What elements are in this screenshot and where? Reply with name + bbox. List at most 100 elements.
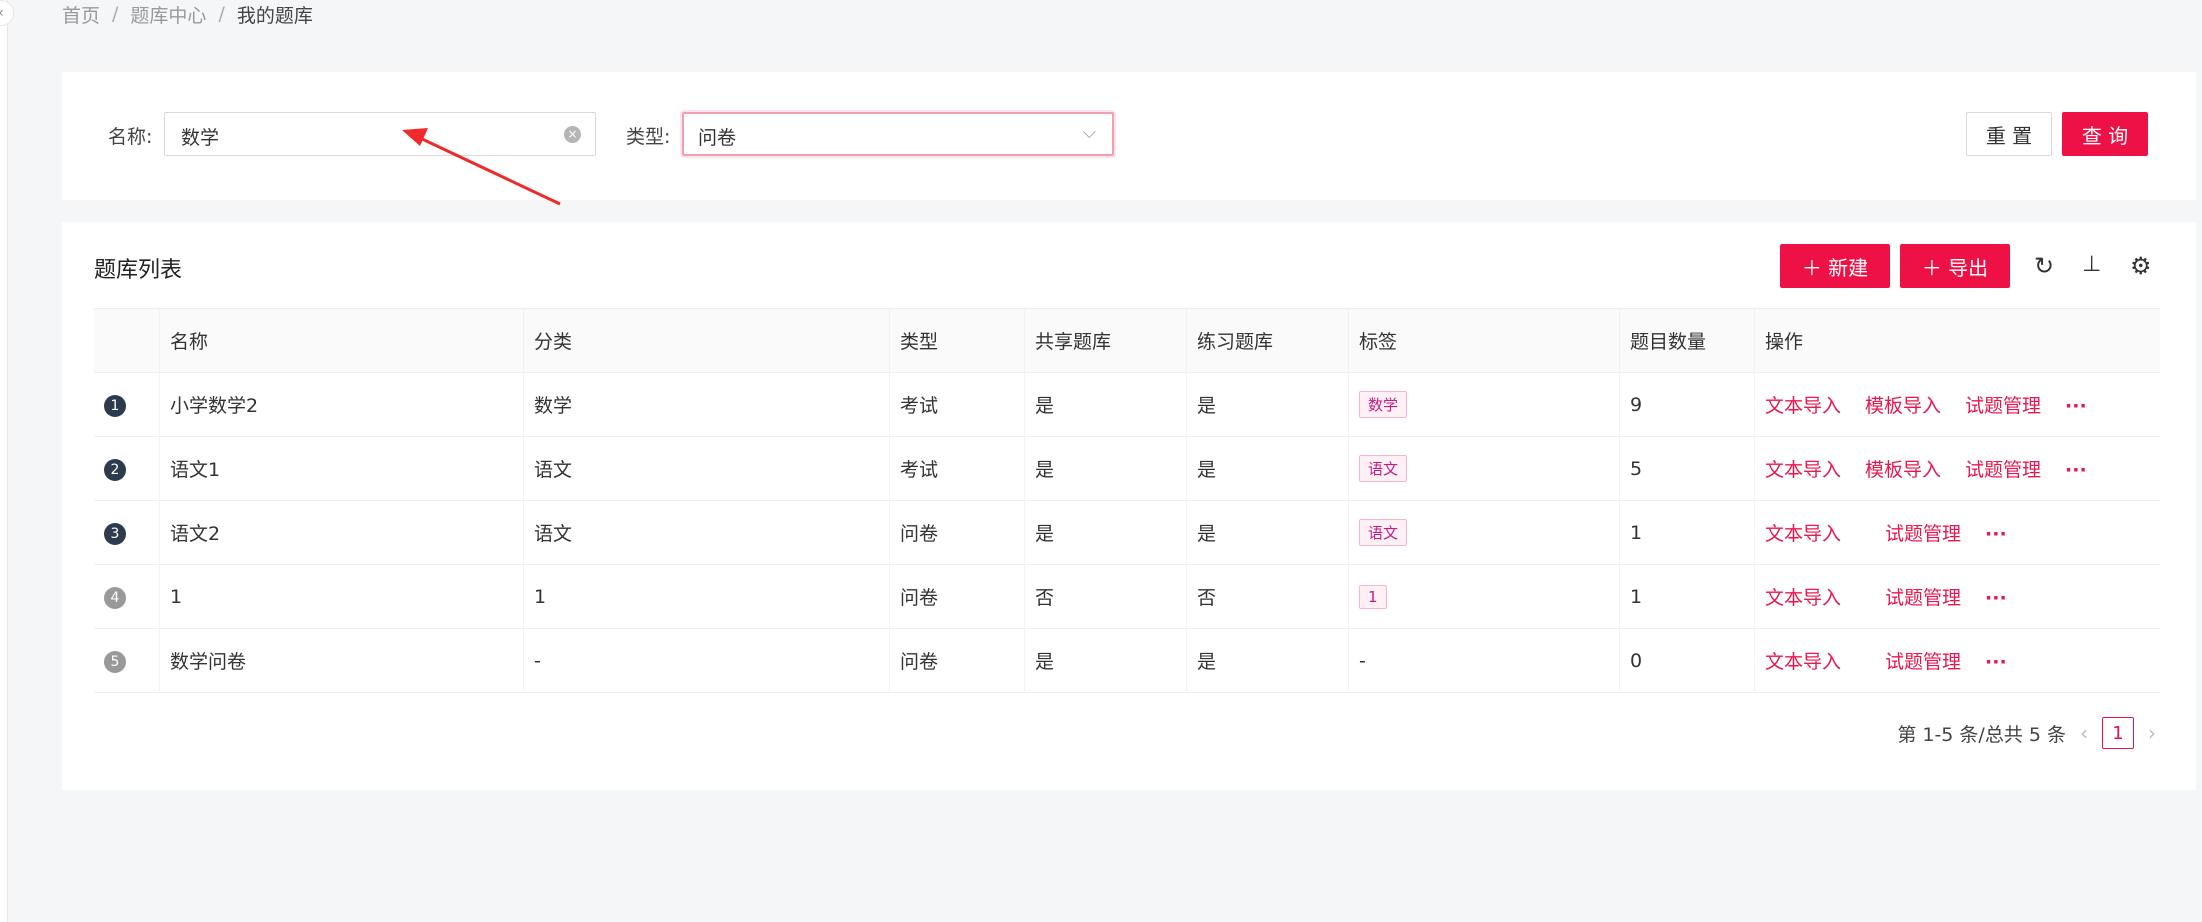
sidebar-rail: [0, 0, 8, 922]
cell-shared: 是: [1025, 628, 1187, 693]
tag-badge: 1: [1359, 584, 1387, 609]
text-import-link[interactable]: 文本导入: [1765, 651, 1841, 673]
cell-category: 数学: [524, 372, 890, 437]
row-index-badge: 3: [104, 522, 126, 545]
table-header-row: 名称 分类 类型 共享题库 练习题库 标签 题目数量 操作: [94, 308, 2160, 374]
template-import-link[interactable]: 模板导入: [1865, 395, 1941, 417]
type-select-value: 问卷: [698, 127, 737, 149]
breadcrumb-separator: /: [112, 3, 119, 25]
column-header-count: 题目数量: [1620, 308, 1755, 374]
cell-category: 1: [524, 564, 890, 629]
tag-badge: 语文: [1359, 519, 1408, 546]
chevron-left-icon[interactable]: ‹: [2080, 721, 2088, 745]
reset-button[interactable]: 重 置: [1966, 112, 2052, 156]
breadcrumb-current: 我的题库: [236, 4, 313, 27]
cell-name: 小学数学2: [160, 372, 524, 437]
cell-shared: 是: [1025, 500, 1187, 565]
cell-practice: 是: [1187, 500, 1349, 565]
template-import-link[interactable]: 模板导入: [1865, 459, 1941, 481]
table-row: 2 语文1 语文 考试 是 是 语文 5 文本导入 模板导入 试题管理 ···: [94, 436, 2160, 501]
breadcrumb-separator: /: [218, 3, 225, 25]
question-management-link[interactable]: 试题管理: [1965, 459, 2041, 481]
text-import-link[interactable]: 文本导入: [1765, 523, 1841, 545]
cell-category: 语文: [524, 436, 890, 501]
collapse-sidebar-button[interactable]: ‹: [0, 0, 14, 26]
cell-name: 语文2: [160, 500, 524, 565]
tag-badge: 数学: [1359, 391, 1408, 418]
table-row: 4 1 1 问卷 否 否 1 1 文本导入 试题管理 ···: [94, 564, 2160, 629]
more-actions-icon[interactable]: ···: [2065, 459, 2087, 481]
cell-name: 1: [160, 564, 524, 629]
text-import-link[interactable]: 文本导入: [1765, 459, 1841, 481]
chevron-down-icon: ⌵: [1082, 122, 1096, 143]
name-input-value: 数学: [181, 127, 220, 149]
question-bank-list-card: 题库列表 ＋ 新建 ＋ 导出 ↻ ⊥ ⚙ 名称 分类 类型 共享题库 练习题库 …: [62, 222, 2196, 790]
cell-count: 1: [1620, 500, 1755, 565]
cell-count: 0: [1620, 628, 1755, 693]
more-actions-icon[interactable]: ···: [1985, 587, 2007, 609]
question-management-link[interactable]: 试题管理: [1885, 651, 1961, 673]
column-header-name: 名称: [160, 308, 524, 374]
question-bank-table: 名称 分类 类型 共享题库 练习题库 标签 题目数量 操作 1 小学数学2 数学…: [94, 308, 2160, 693]
table-row: 3 语文2 语文 问卷 是 是 语文 1 文本导入 试题管理 ···: [94, 500, 2160, 565]
export-button[interactable]: ＋ 导出: [1900, 244, 2010, 288]
column-header-index: [94, 308, 160, 374]
chevron-right-icon[interactable]: ›: [2148, 721, 2156, 745]
cell-practice: 是: [1187, 628, 1349, 693]
filter-panel: 名称: 数学 × 类型: 问卷 ⌵ 重 置 查 询: [62, 72, 2196, 200]
pagination: 第 1-5 条/总共 5 条 ‹ 1 ›: [1897, 716, 2156, 750]
tag-badge: 语文: [1359, 455, 1408, 482]
breadcrumb-question-bank-center[interactable]: 题库中心: [130, 1, 206, 28]
refresh-icon[interactable]: ↻: [2034, 252, 2054, 280]
cell-shared: 是: [1025, 436, 1187, 501]
cell-count: 1: [1620, 564, 1755, 629]
more-actions-icon[interactable]: ···: [1985, 523, 2007, 545]
cell-name: 数学问卷: [160, 628, 524, 693]
card-title: 题库列表: [94, 258, 183, 283]
row-index-badge: 1: [104, 394, 126, 417]
cell-type: 考试: [890, 436, 1025, 501]
settings-icon[interactable]: ⚙: [2130, 252, 2152, 280]
cell-category: 语文: [524, 500, 890, 565]
table-row: 1 小学数学2 数学 考试 是 是 数学 9 文本导入 模板导入 试题管理 ···: [94, 372, 2160, 437]
breadcrumb: 首页 / 题库中心 / 我的题库: [62, 0, 313, 28]
breadcrumb-home[interactable]: 首页: [62, 1, 100, 28]
question-management-link[interactable]: 试题管理: [1965, 395, 2041, 417]
text-import-link[interactable]: 文本导入: [1765, 395, 1841, 417]
type-label: 类型:: [626, 126, 671, 148]
name-search-input[interactable]: 数学 ×: [164, 112, 596, 156]
question-management-link[interactable]: 试题管理: [1885, 523, 1961, 545]
column-header-category: 分类: [524, 308, 890, 374]
cell-name: 语文1: [160, 436, 524, 501]
chevron-left-icon: ‹: [0, 5, 4, 21]
cell-type: 问卷: [890, 628, 1025, 693]
table-row: 5 数学问卷 - 问卷 是 是 - 0 文本导入 试题管理 ···: [94, 628, 2160, 693]
cell-practice: 是: [1187, 372, 1349, 437]
column-height-icon[interactable]: ⊥: [2082, 252, 2101, 277]
cell-shared: 是: [1025, 372, 1187, 437]
clear-icon[interactable]: ×: [564, 126, 581, 143]
more-actions-icon[interactable]: ···: [2065, 395, 2087, 417]
column-header-actions: 操作: [1755, 308, 2160, 373]
page-number-button[interactable]: 1: [2102, 717, 2134, 749]
pagination-summary: 第 1-5 条/总共 5 条: [1897, 723, 2066, 746]
cell-type: 问卷: [890, 564, 1025, 629]
new-button[interactable]: ＋ 新建: [1780, 244, 1890, 288]
name-label: 名称:: [108, 126, 153, 148]
cell-count: 9: [1620, 372, 1755, 437]
column-header-practice: 练习题库: [1187, 308, 1349, 374]
column-header-shared: 共享题库: [1025, 308, 1187, 374]
text-import-link[interactable]: 文本导入: [1765, 587, 1841, 609]
more-actions-icon[interactable]: ···: [1985, 651, 2007, 673]
column-header-type: 类型: [890, 308, 1025, 374]
cell-practice: 是: [1187, 436, 1349, 501]
cell-count: 5: [1620, 436, 1755, 501]
question-management-link[interactable]: 试题管理: [1885, 587, 1961, 609]
query-button[interactable]: 查 询: [2062, 112, 2148, 156]
cell-tag-empty: -: [1349, 628, 1620, 693]
row-index-badge: 2: [104, 458, 126, 481]
row-index-badge: 4: [104, 586, 126, 609]
type-select[interactable]: 问卷 ⌵: [682, 112, 1114, 156]
row-index-badge: 5: [104, 650, 126, 673]
cell-shared: 否: [1025, 564, 1187, 629]
